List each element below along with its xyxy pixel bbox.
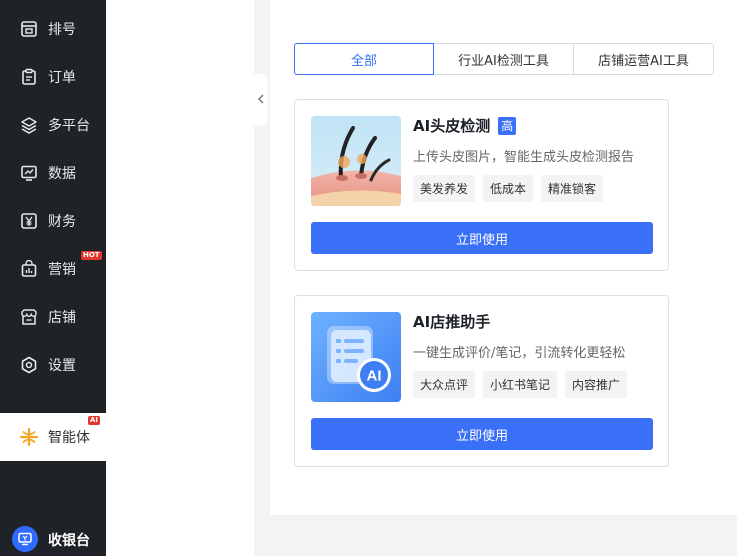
sidebar-item-finance[interactable]: 财务 xyxy=(0,197,106,245)
cashier-label: 收银台 xyxy=(48,533,90,549)
ai-badge: AI xyxy=(88,416,101,425)
sidebar-item-queue[interactable]: 排号 xyxy=(0,5,106,53)
category-tabs: 全部 行业AI检测工具 店铺运营AI工具 xyxy=(294,43,714,75)
store-icon xyxy=(19,307,39,327)
bag-chart-icon xyxy=(19,259,39,279)
hot-badge: HOT xyxy=(81,251,102,260)
tab-industry-ai-tools[interactable]: 行业AI检测工具 xyxy=(433,43,574,75)
sidebar-item-label: 设置 xyxy=(48,358,76,374)
store-promo-thumbnail: AI xyxy=(311,312,401,402)
sidebar-item-label: 营销 xyxy=(48,262,76,278)
sidebar-item-orders[interactable]: 订单 xyxy=(0,53,106,101)
cashier-icon xyxy=(12,526,38,552)
sidebar-item-label: 数据 xyxy=(48,166,76,182)
tag-chip: 大众点评 xyxy=(413,371,476,398)
main-content: 全部 行业AI检测工具 店铺运营AI工具 AI头皮检测 高 上传头皮图片，智能生… xyxy=(270,0,737,515)
sidebar-item-label: 财务 xyxy=(48,214,76,230)
use-now-button[interactable]: 立即使用 xyxy=(311,222,653,254)
scalp-thumbnail xyxy=(311,116,401,206)
card-title-text: AI店推助手 xyxy=(413,313,491,331)
sidebar-item-label: 多平台 xyxy=(48,118,90,134)
tool-card-store-promo: AI AI店推助手 一键生成评价/笔记，引流转化更轻松 大众点评 小红书笔记 内… xyxy=(294,295,669,467)
sidebar-item-label: 智能体 xyxy=(48,430,90,446)
card-title: AI店推助手 xyxy=(413,311,490,332)
cashier-button[interactable]: 收银台 xyxy=(0,516,106,556)
tag-chip: 美发养发 xyxy=(413,175,476,202)
sidebar-item-settings[interactable]: 设置 xyxy=(0,341,106,389)
card-description: 上传头皮图片，智能生成头皮检测报告 xyxy=(413,150,635,165)
collapse-panel-button[interactable] xyxy=(254,74,268,126)
tab-all[interactable]: 全部 xyxy=(294,43,434,75)
layers-icon xyxy=(19,115,39,135)
settings-icon xyxy=(19,355,39,375)
card-title-text: AI头皮检测 xyxy=(413,117,491,135)
level-tag: 高 xyxy=(498,116,517,135)
clipboard-icon xyxy=(19,67,39,87)
chevron-left-icon xyxy=(257,93,265,107)
sidebar-item-store[interactable]: 店铺 xyxy=(0,293,106,341)
sidebar-item-label: 排号 xyxy=(48,22,76,38)
ai-agent-icon xyxy=(19,427,39,447)
yen-icon xyxy=(19,211,39,231)
ai-thumb-text: AI xyxy=(367,368,382,385)
queue-icon xyxy=(19,19,39,39)
secondary-panel xyxy=(106,0,254,556)
sidebar-item-data[interactable]: 数据 xyxy=(0,149,106,197)
card-title: AI头皮检测 高 xyxy=(413,115,517,136)
tool-card-scalp-detection: AI头皮检测 高 上传头皮图片，智能生成头皮检测报告 美发养发 低成本 精准锁客… xyxy=(294,99,669,271)
sidebar-item-multiplatform[interactable]: 多平台 xyxy=(0,101,106,149)
sidebar-item-label: 店铺 xyxy=(48,310,76,326)
tag-chip: 内容推广 xyxy=(565,371,628,398)
card-tags: 美发养发 低成本 精准锁客 xyxy=(413,175,611,202)
card-description: 一键生成评价/笔记，引流转化更轻松 xyxy=(413,346,626,361)
sidebar: 排号 订单 多平台 数据 财务 营销 HOT 店铺 设置 智能体 AI 收银台 xyxy=(0,0,106,556)
chart-monitor-icon xyxy=(19,163,39,183)
tab-store-ops-ai-tools[interactable]: 店铺运营AI工具 xyxy=(573,43,714,75)
use-now-button[interactable]: 立即使用 xyxy=(311,418,653,450)
tag-chip: 精准锁客 xyxy=(541,175,604,202)
tag-chip: 低成本 xyxy=(483,175,534,202)
tag-chip: 小红书笔记 xyxy=(483,371,558,398)
card-tags: 大众点评 小红书笔记 内容推广 xyxy=(413,371,635,398)
sidebar-item-label: 订单 xyxy=(48,70,76,86)
